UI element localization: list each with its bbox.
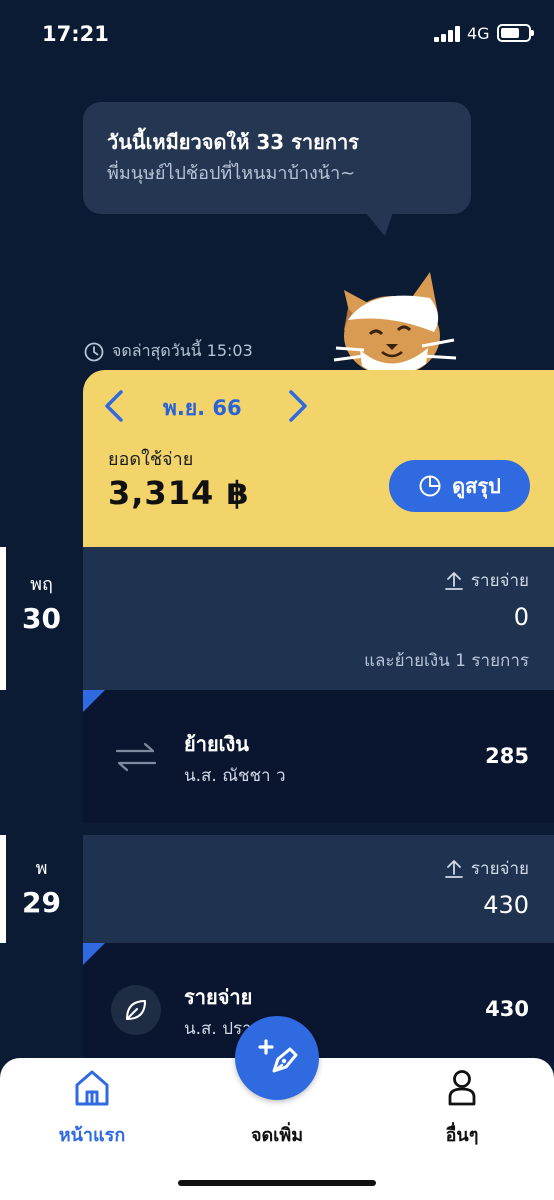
bubble-message-title: วันนี้เหมียวจดให้ 33 รายการ [107, 130, 359, 154]
spend-value: 3,314 ฿ [108, 474, 250, 512]
bubble-message-subtitle: พี่มนุษย์ไปช้อปที่ไหนมาบ้างน้า~ [107, 163, 356, 184]
expense-label: รายจ่าย [444, 567, 529, 594]
day-of-week: พ [35, 858, 48, 879]
network-label: 4G [467, 24, 490, 43]
add-record-button[interactable] [235, 1016, 319, 1100]
mascot-speech-bubble: วันนี้เหมียวจดให้ 33 รายการ พี่มนุษย์ไปช… [83, 102, 471, 214]
expense-label-text: รายจ่าย [470, 571, 529, 591]
previous-month-button[interactable] [101, 388, 127, 424]
signal-icon [434, 26, 462, 42]
transaction-title: รายจ่าย [184, 985, 253, 1009]
transaction-row[interactable]: ย้ายเงิน น.ส. ณัชชา ว 285 [83, 690, 554, 823]
transfer-icon [111, 732, 161, 782]
pie-chart-icon [419, 475, 441, 497]
nav-home[interactable]: หน้าแรก [22, 1068, 162, 1149]
transaction-amount: 430 [485, 997, 529, 1021]
upload-icon [444, 859, 463, 878]
leaf-icon [111, 985, 161, 1035]
view-summary-label: ดูสรุป [452, 474, 501, 498]
transaction-subtitle: น.ส. ณัชชา ว [184, 766, 286, 786]
day-total: 430 [483, 891, 529, 919]
month-label: พ.ย. 66 [163, 396, 242, 420]
clock-icon [84, 342, 104, 361]
nav-home-label: หน้าแรก [58, 1125, 126, 1146]
nav-add-label: จดเพิ่ม [250, 1125, 304, 1146]
transaction-title: ย้ายเงิน [184, 732, 249, 756]
day-of-week: พฤ [30, 574, 53, 595]
battery-icon [497, 24, 534, 42]
status-time: 17:21 [42, 22, 109, 46]
home-indicator [178, 1180, 376, 1186]
day-total: 0 [513, 603, 529, 631]
nav-more-label: อื่นๆ [445, 1125, 479, 1146]
person-icon [448, 1070, 476, 1106]
transfer-note: และย้ายเงิน 1 รายการ [364, 651, 529, 671]
nav-more[interactable]: อื่นๆ [392, 1068, 532, 1149]
day-marker: พ 29 [0, 835, 83, 943]
home-icon [75, 1070, 109, 1106]
day-number: 29 [22, 886, 61, 919]
last-saved-text: จดล่าสุดวันนี้ 15:03 [112, 341, 253, 360]
transaction-row[interactable]: รายจ่าย น.ส. ปรา ษย์ ป 430 [83, 943, 554, 1063]
next-month-button[interactable] [285, 388, 311, 424]
add-pen-icon [258, 1039, 298, 1073]
status-bar: 17:21 4G [0, 0, 554, 70]
day-summary-header[interactable]: รายจ่าย 0 และย้ายเงิน 1 รายการ [83, 547, 554, 690]
transaction-amount: 285 [485, 744, 529, 768]
monthly-summary-card: พ.ย. 66 ยอดใช้จ่าย 3,314 ฿ ดูสรุป [83, 370, 554, 547]
day-marker: พฤ 30 [0, 547, 83, 690]
day-number: 30 [22, 602, 61, 635]
upload-icon [444, 571, 463, 590]
day-summary-header[interactable]: รายจ่าย 430 [83, 835, 554, 943]
expense-label: รายจ่าย [444, 855, 529, 882]
last-saved-info: จดล่าสุดวันนี้ 15:03 [84, 339, 253, 364]
view-summary-button[interactable]: ดูสรุป [389, 460, 530, 512]
spend-label: ยอดใช้จ่าย [108, 449, 194, 470]
expense-label-text: รายจ่าย [470, 859, 529, 879]
